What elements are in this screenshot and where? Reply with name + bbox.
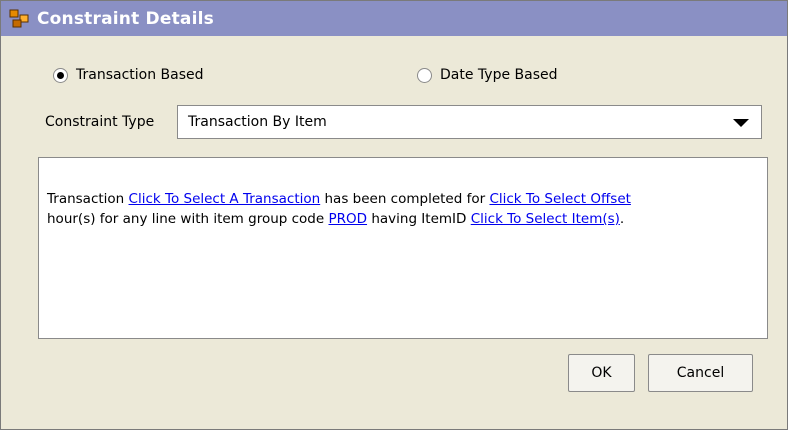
constraint-type-label: Constraint Type [45,114,155,130]
description-text: . [619,211,625,227]
dialog-title: Constraint Details [37,8,214,29]
radio-date-type-based[interactable]: Date Type Based [417,67,558,83]
select-transaction-link[interactable]: Click To Select A Transaction [129,191,321,207]
description-text: has been completed for [320,191,490,207]
ok-button[interactable]: OK [568,354,635,392]
constraint-icon [9,9,31,29]
item-group-code-link[interactable]: PROD [328,211,367,227]
radio-label: Transaction Based [76,67,204,83]
radio-unselected-indicator[interactable] [417,67,432,83]
radio-selected-indicator[interactable] [53,67,68,83]
constraint-details-dialog: Constraint Details Transaction Based Dat… [0,0,788,430]
radio-label: Date Type Based [440,67,558,83]
chevron-down-icon[interactable] [733,119,749,127]
constraint-type-select[interactable]: Transaction By Item [177,105,762,139]
select-items-link[interactable]: Click To Select Item(s) [471,211,620,227]
description-text: having ItemID [367,211,471,227]
title-bar: Constraint Details [1,1,787,36]
select-offset-link[interactable]: Click To Select Offset [489,191,630,207]
constraint-type-value: Transaction By Item [188,114,327,130]
description-text: hour(s) for any line with item group cod… [47,211,329,227]
description-text: Transaction [47,191,129,207]
constraint-description-panel: Transaction Click To Select A Transactio… [38,157,768,339]
radio-transaction-based[interactable]: Transaction Based [53,67,204,83]
cancel-button[interactable]: Cancel [648,354,753,392]
